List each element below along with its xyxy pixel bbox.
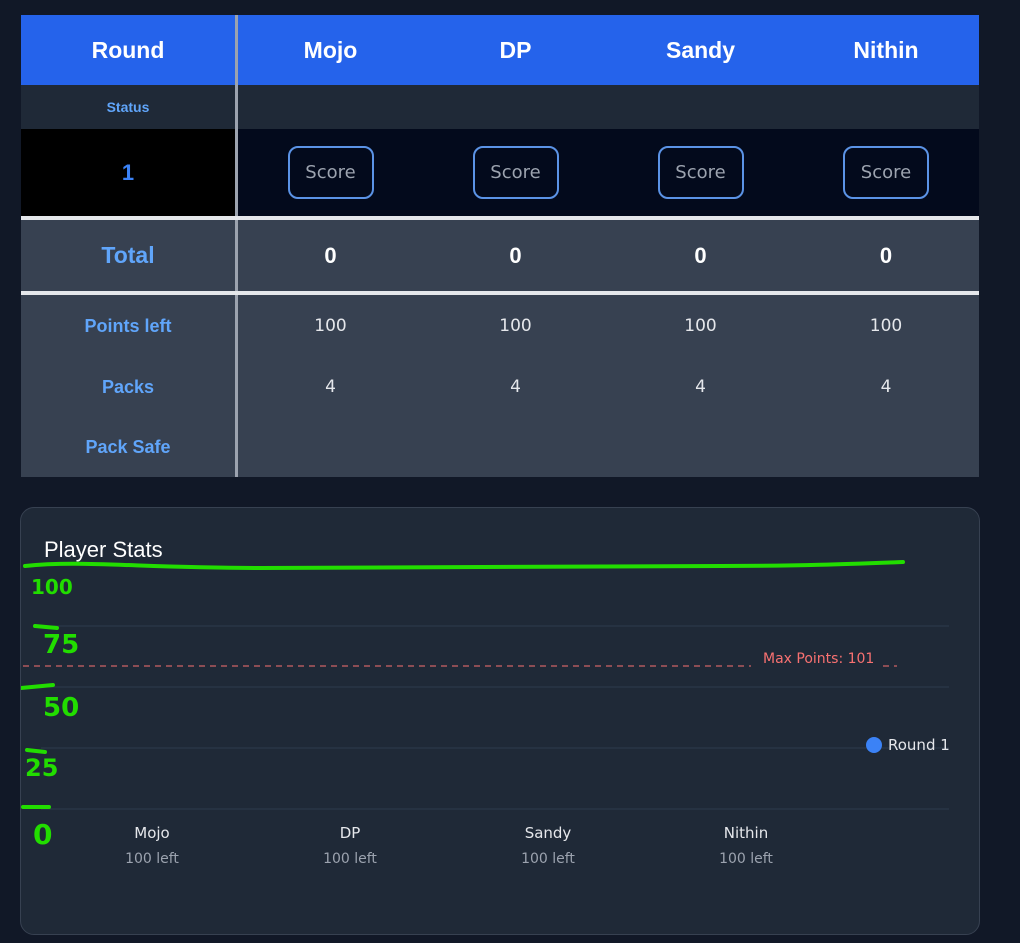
packs-sandy: 4	[695, 377, 706, 397]
points-left-nithin: 100	[869, 316, 903, 336]
points-left-sandy: 100	[684, 316, 717, 336]
player-summary: Points left 100 100 100 100 Packs 4 4 4 …	[21, 295, 979, 477]
score-button-mojo[interactable]: Score	[287, 146, 374, 199]
player-header-mojo: Mojo	[303, 36, 358, 63]
status-label: Status	[106, 99, 150, 115]
player-label-mojo: Mojo 100 left	[72, 824, 232, 867]
points-left-mojo: 100	[314, 316, 347, 336]
player-name: DP	[339, 824, 361, 842]
annotation-label-75: 75	[43, 630, 79, 660]
annotation-label-100: 100	[31, 575, 73, 599]
player-header-sandy: Sandy	[665, 36, 736, 63]
points-left-row: Points left 100 100 100 100	[21, 295, 979, 357]
points-left-label: Points left	[84, 315, 172, 336]
player-points-left: 100 left	[719, 851, 773, 867]
player-label-nithin: Nithin 100 left	[666, 824, 826, 867]
status-row: Status	[21, 85, 979, 129]
annotation-stroke-top	[23, 560, 905, 571]
round-number: 1	[21, 129, 235, 216]
packs-label: Packs	[101, 376, 155, 397]
max-points-label: Max Points: 101	[763, 651, 874, 667]
points-left-dp: 100	[499, 316, 532, 336]
player-points-left: 100 left	[125, 851, 179, 867]
packs-row: Packs 4 4 4 4	[21, 357, 979, 417]
packs-mojo: 4	[325, 377, 336, 397]
packs-dp: 4	[510, 377, 521, 397]
player-header-nithin: Nithin	[853, 36, 919, 63]
legend-dot-icon	[866, 737, 882, 753]
annotation-label-0: 0	[33, 818, 52, 851]
score-button-nithin[interactable]: Score	[843, 146, 929, 199]
player-label-dp: DP 100 left	[270, 824, 430, 867]
pack-safe-label: Pack Safe	[85, 436, 171, 457]
legend-label-round-1: Round 1	[888, 736, 950, 754]
player-name: Nithin	[723, 824, 769, 842]
round-row: 1 Score Score Score Score	[21, 129, 979, 216]
total-label: Total	[101, 242, 155, 268]
player-points-left: 100 left	[521, 851, 575, 867]
player-header-dp: DP	[499, 36, 532, 63]
table-header-row: Round Mojo DP Sandy Nithin	[21, 15, 979, 85]
annotation-label-25: 25	[25, 754, 58, 782]
score-button-sandy[interactable]: Score	[657, 146, 744, 199]
score-button-dp[interactable]: Score	[472, 146, 559, 199]
total-nithin: 0	[879, 242, 893, 268]
total-row: Total 0 0 0 0	[21, 220, 979, 291]
total-sandy: 0	[694, 242, 707, 268]
player-label-sandy: Sandy 100 left	[468, 824, 628, 867]
annotation-tick-25	[25, 748, 47, 754]
total-dp: 0	[509, 242, 522, 268]
packs-nithin: 4	[880, 377, 892, 397]
round-header: Round	[91, 36, 165, 63]
score-table: Round Mojo DP Sandy Nithin Status 1 Scor…	[21, 15, 979, 477]
player-name: Sandy	[524, 824, 572, 842]
annotation-tick-75	[33, 624, 59, 630]
chart-legend[interactable]: Round 1	[866, 736, 950, 754]
annotation-tick-50	[21, 683, 55, 690]
total-mojo: 0	[324, 242, 337, 268]
player-points-left: 100 left	[323, 851, 377, 867]
stats-chart: Max Points: 101 100 75 50 25 0	[21, 560, 949, 851]
pack-safe-row: Pack Safe	[21, 417, 979, 477]
player-name: Mojo	[134, 824, 170, 842]
player-stats-card: Player Stats Max Points: 101 100 75 50 2…	[20, 507, 980, 935]
annotation-label-50: 50	[43, 693, 79, 723]
